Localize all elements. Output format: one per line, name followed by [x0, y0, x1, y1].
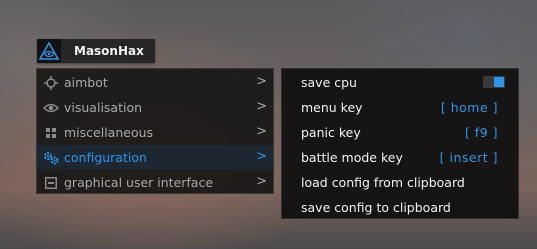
menu-item-configuration[interactable]: configuration >: [37, 145, 273, 170]
chevron-right-icon: >: [256, 74, 267, 89]
configuration-panel: save cpu menu key [ home ] panic key [ f…: [281, 68, 519, 219]
menu-item-visualisation[interactable]: visualisation >: [37, 95, 273, 120]
save-config-label: save config to clipboard: [301, 200, 451, 215]
logo: [37, 39, 61, 63]
load-config-button[interactable]: load config from clipboard: [282, 170, 518, 195]
menu-item-graphical-user-interface[interactable]: graphical user interface >: [37, 170, 273, 195]
chevron-right-icon: >: [256, 99, 267, 114]
chevron-right-icon: >: [256, 124, 267, 139]
menu-key-binding[interactable]: [ home ]: [441, 100, 498, 115]
battle-mode-key-binding[interactable]: [ insert ]: [440, 150, 498, 165]
menu-item-label: graphical user interface: [64, 175, 214, 190]
menu-item-label: visualisation: [64, 100, 143, 115]
window-icon: [43, 176, 59, 190]
save-cpu-row: save cpu: [282, 70, 518, 95]
chevron-right-icon: >: [256, 149, 267, 164]
gears-icon: [43, 151, 59, 165]
crosshair-icon: [43, 75, 59, 90]
menu-item-label: configuration: [64, 150, 147, 165]
menu-item-label: miscellaneous: [64, 125, 154, 140]
title-bar: MasonHax: [37, 39, 155, 63]
menu-item-aimbot[interactable]: aimbot >: [37, 70, 273, 95]
panic-key-binding[interactable]: [ f9 ]: [465, 125, 498, 140]
save-cpu-toggle[interactable]: [483, 76, 505, 88]
grid-icon: [43, 126, 59, 140]
battle-mode-key-label: battle mode key: [301, 150, 403, 165]
battle-mode-key-row: battle mode key [ insert ]: [282, 145, 518, 170]
eye-triangle-icon: [39, 42, 59, 60]
chevron-right-icon: >: [256, 174, 267, 189]
menu-key-row: menu key [ home ]: [282, 95, 518, 120]
panic-key-row: panic key [ f9 ]: [282, 120, 518, 145]
category-menu: aimbot > visualisation > miscellaneous >: [36, 68, 274, 194]
load-config-label: load config from clipboard: [301, 175, 465, 190]
menu-key-label: menu key: [301, 100, 363, 115]
menu-item-label: aimbot: [64, 75, 108, 90]
toggle-knob: [494, 77, 504, 87]
menu-item-miscellaneous[interactable]: miscellaneous >: [37, 120, 273, 145]
panic-key-label: panic key: [301, 125, 361, 140]
save-cpu-label: save cpu: [301, 75, 357, 90]
save-config-button[interactable]: save config to clipboard: [282, 195, 518, 220]
app-title: MasonHax: [74, 44, 144, 58]
eye-icon: [43, 101, 59, 115]
